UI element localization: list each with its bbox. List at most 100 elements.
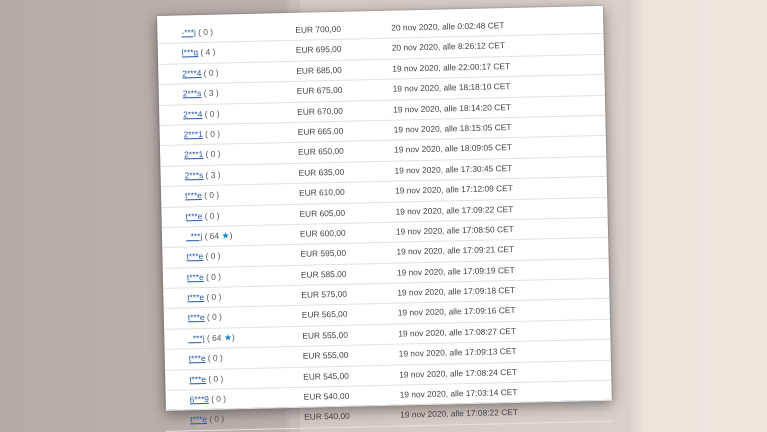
bidder-cell: t***e ( 0 ) [186,247,220,267]
bidder-cell: t***e ( 0 ) [189,369,223,389]
feedback-score: ( 0 ) [206,291,222,303]
bidder-cell: t***e ( 0 ) [187,288,221,308]
bid-amount: EUR 670,00 [297,105,343,117]
bid-amount: EUR 555,00 [302,329,349,341]
bidder-link[interactable]: t***e [190,414,207,424]
bidder-cell: _***j ( 64 ★) [186,226,233,246]
bid-amount: EUR 540,00 [304,411,350,423]
feedback-score: ( 0 ) [209,414,225,425]
feedback-score: ( 64 [206,332,222,343]
bid-time: 19 nov 2020, alle 18:15:05 CET [393,121,512,135]
bidder-cell: 6***9 ( 0 ) [190,390,227,410]
feedback-score: ( 4 ) [200,47,216,58]
bid-time: 19 nov 2020, alle 17:08:24 CET [399,366,518,380]
feedback-score-close: ) [231,332,235,343]
bidder-cell: 2***4 ( 0 ) [182,63,219,83]
bidder-link[interactable]: 2***s [185,170,204,180]
feedback-score: ( 0 ) [203,67,219,78]
bid-amount: EUR 665,00 [297,125,344,137]
bidder-link[interactable]: 2***4 [182,68,201,78]
bidder-link[interactable]: t***e [185,190,202,200]
bid-amount: EUR 605,00 [299,207,346,219]
bid-amount: EUR 575,00 [301,288,348,300]
bid-amount: EUR 695,00 [295,44,342,56]
bidder-link[interactable]: t***e [186,251,203,261]
feedback-score: ( 0 ) [208,373,224,384]
bidder-link[interactable]: _***j [188,333,205,343]
bid-time: 20 nov 2020, alle 8:26:12 CET [391,40,506,54]
bidder-link[interactable]: 2***1 [184,129,203,139]
bid-history-list: -***j ( 0 ) EUR 700,00 20 nov 2020, alle 0… [157,13,613,432]
feedback-score: ( 0 ) [204,128,221,139]
feedback-score-close: ) [229,230,233,241]
bid-history-panel: -***j ( 0 ) EUR 700,00 20 nov 2020, alle 0… [157,5,613,432]
feedback-score: ( 0 ) [205,271,222,282]
bid-amount: EUR 675,00 [296,84,343,97]
bid-amount: EUR 565,00 [301,309,348,321]
bid-amount: EUR 685,00 [296,64,343,76]
bid-time: 19 nov 2020, alle 17:09:16 CET [397,305,516,319]
bidder-cell: t***e ( 0 ) [188,308,222,328]
bid-time: 19 nov 2020, alle 17:09:22 CET [395,203,514,217]
star-icon: ★ [218,230,230,241]
feedback-score: ( 0 ) [206,312,222,323]
bid-time: 19 nov 2020, alle 17:08:50 CET [395,223,514,237]
bid-time: 19 nov 2020, alle 17:03:14 CET [399,386,518,400]
bid-time: 20 nov 2020, alle 0:02:48 CET [391,20,505,33]
bidder-cell: l***g ( 4 ) [182,43,216,63]
bid-amount: EUR 600,00 [299,227,346,239]
bid-time: 19 nov 2020, alle 18:09:05 CET [393,142,512,155]
bid-amount: EUR 585,00 [300,268,347,280]
bid-amount: EUR 635,00 [298,166,345,178]
bidder-cell: t***e ( 0 ) [189,349,223,369]
bidder-link[interactable]: t***e [187,292,204,302]
bidder-cell: t***e ( 0 ) [187,267,221,287]
bidder-cell: t***e ( 0 ) [190,410,224,430]
bid-time: 19 nov 2020, alle 17:12:09 CET [394,183,513,196]
bidder-link[interactable]: 2***4 [183,109,202,119]
feedback-score: ( 0 ) [204,189,220,201]
bid-amount: EUR 555,00 [302,349,349,362]
bidder-cell: 2***s ( 3 ) [184,165,221,185]
star-icon: ★ [221,332,233,343]
bidder-link[interactable]: l***g [182,47,199,57]
bidder-link[interactable]: 2***s [183,88,202,98]
bid-time: 19 nov 2020, alle 17:09:21 CET [396,244,515,257]
bid-time: 19 nov 2020, alle 17:08:22 CET [400,407,519,421]
bid-time: 19 nov 2020, alle 17:09:18 CET [397,285,516,298]
bid-time: 19 nov 2020, alle 22:00:17 CET [392,60,511,74]
feedback-score: ( 0 ) [204,210,220,221]
bid-time: 19 nov 2020, alle 17:09:19 CET [396,264,515,278]
bid-time: 19 nov 2020, alle 17:09:13 CET [398,346,517,359]
bid-time: 19 nov 2020, alle 18:14:20 CET [393,101,512,115]
bidder-link[interactable]: t***e [189,353,206,363]
bid-amount: EUR 540,00 [303,390,350,402]
bid-amount: EUR 595,00 [300,248,347,260]
bidder-link[interactable]: 6***9 [190,394,209,404]
feedback-score: ( 3 ) [205,169,221,180]
bidder-cell: t***e ( 0 ) [185,186,219,206]
bidder-link[interactable]: _***j [186,231,203,241]
bidder-cell: 2***s ( 3 ) [183,84,219,104]
feedback-score: ( 0 ) [205,148,221,160]
feedback-score: ( 0 ) [198,26,214,38]
bidder-link[interactable]: t***e [189,374,206,384]
feedback-score: ( 0 ) [207,352,223,364]
bidder-link[interactable]: t***e [185,211,202,221]
bid-time: 19 nov 2020, alle 17:08:27 CET [398,325,517,339]
bidder-cell: t***e ( 0 ) [185,206,219,226]
bidder-cell: -***j ( 0 ) [181,23,213,43]
feedback-score: ( 0 ) [211,393,227,404]
feedback-score: ( 64 [204,230,220,241]
bidder-cell: 2***4 ( 0 ) [183,104,220,124]
bidder-link[interactable]: t***e [188,312,205,322]
bidder-cell: 2***1 ( 0 ) [183,125,221,145]
bidder-link[interactable]: -***j [181,27,196,37]
bid-amount: EUR 650,00 [298,146,344,158]
feedback-score: ( 0 ) [204,108,220,119]
bidder-cell: 2***1 ( 0 ) [184,145,221,165]
bidder-link[interactable]: 2***1 [184,149,203,159]
bidder-link[interactable]: t***e [187,272,204,282]
bid-amount: EUR 545,00 [303,370,349,382]
feedback-score: ( 3 ) [203,87,219,99]
